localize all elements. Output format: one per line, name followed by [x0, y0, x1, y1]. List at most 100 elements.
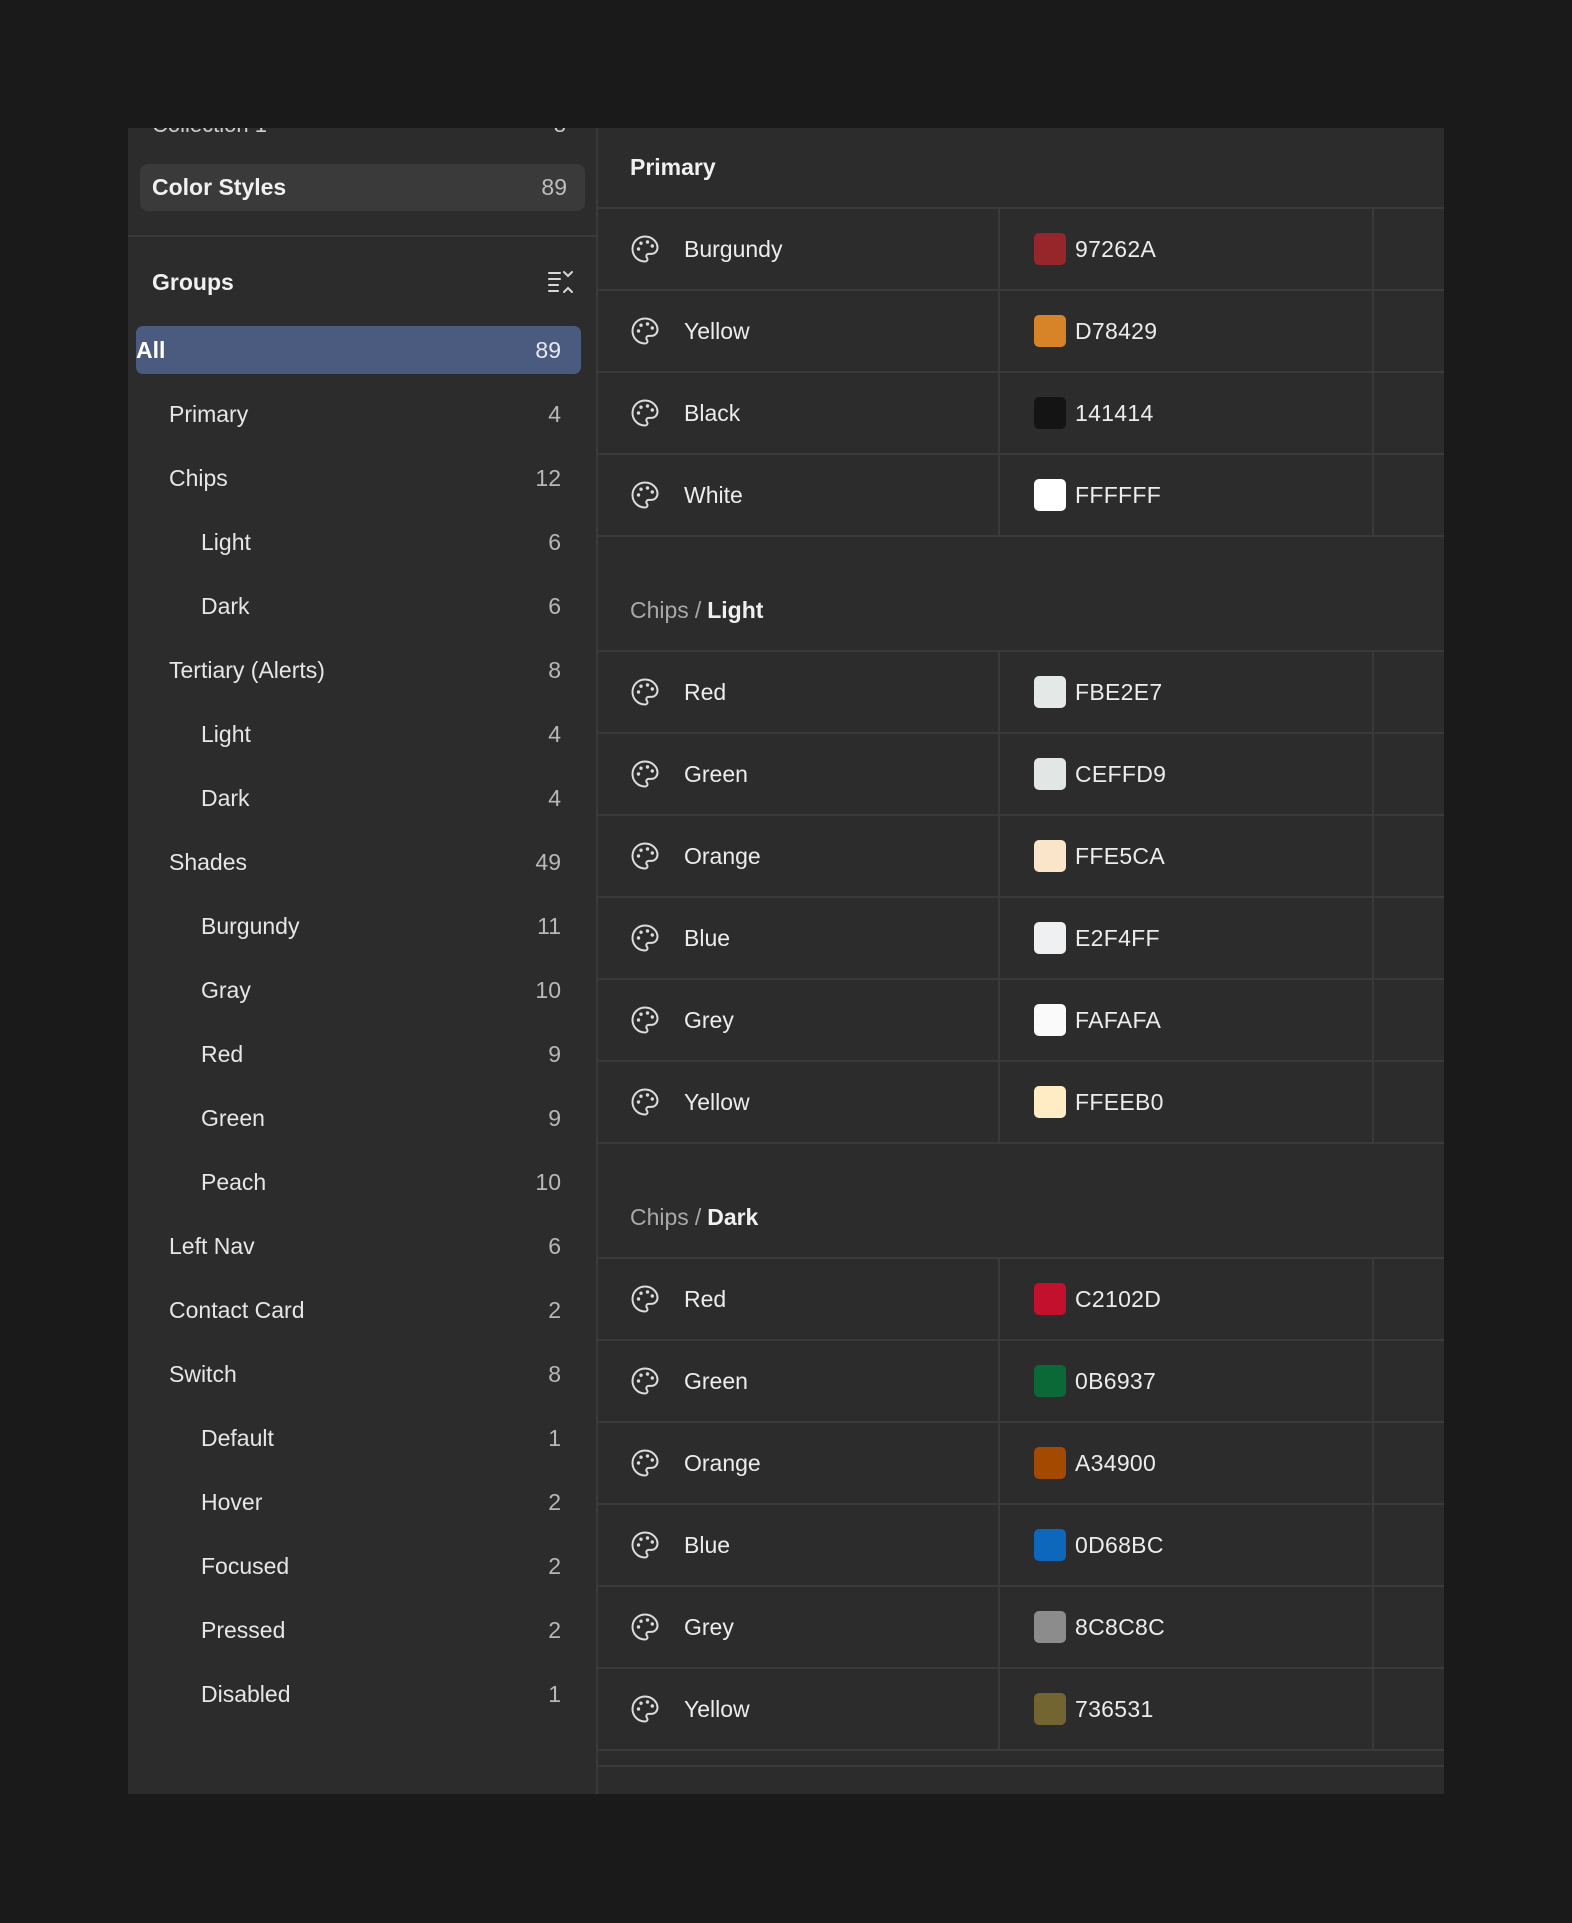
color-swatch[interactable] — [1034, 315, 1066, 347]
color-style-row[interactable]: White FFFFFF — [598, 455, 1444, 537]
color-swatch[interactable] — [1034, 758, 1066, 790]
group-label: Peach — [201, 1168, 267, 1195]
group-count: 6 — [548, 1232, 561, 1259]
group-item-hover[interactable]: Hover 2 — [136, 1470, 581, 1534]
color-style-row[interactable]: Burgundy 97262A — [598, 209, 1444, 291]
color-swatch[interactable] — [1034, 233, 1066, 265]
group-label: Left Nav — [169, 1232, 255, 1259]
palette-icon — [631, 235, 659, 263]
group-item-tertiary-alerts[interactable]: Tertiary (Alerts) 8 — [136, 638, 581, 702]
color-swatch[interactable] — [1034, 676, 1066, 708]
group-item-switch[interactable]: Switch 8 — [136, 1342, 581, 1406]
group-count: 10 — [535, 976, 561, 1003]
value-cell: A34900 — [1000, 1423, 1374, 1503]
value-cell: 8C8C8C — [1000, 1587, 1374, 1667]
color-swatch[interactable] — [1034, 1447, 1066, 1479]
group-item-chips[interactable]: Chips 12 — [136, 446, 581, 510]
group-item-shades[interactable]: Shades 49 — [136, 830, 581, 894]
color-style-row[interactable]: Green 0B6937 — [598, 1341, 1444, 1423]
group-item-primary[interactable]: Primary 4 — [136, 382, 581, 446]
palette-icon — [631, 1006, 659, 1034]
color-style-name: Grey — [684, 1006, 734, 1033]
group-item-all[interactable]: All 89 — [136, 326, 581, 374]
color-swatch[interactable] — [1034, 1365, 1066, 1397]
group-label: Burgundy — [201, 912, 300, 939]
hex-value: FFE5CA — [1075, 842, 1165, 869]
group-item-disabled[interactable]: Disabled 1 — [136, 1662, 581, 1726]
palette-icon — [631, 1613, 659, 1641]
color-swatch[interactable] — [1034, 397, 1066, 429]
color-style-row[interactable]: Black 141414 — [598, 373, 1444, 455]
color-style-row[interactable]: Red C2102D — [598, 1259, 1444, 1341]
color-swatch[interactable] — [1034, 1693, 1066, 1725]
group-item-contact-card[interactable]: Contact Card 2 — [136, 1278, 581, 1342]
group-count: 9 — [548, 1104, 561, 1131]
color-style-row[interactable]: Orange A34900 — [598, 1423, 1444, 1505]
color-style-row[interactable]: Grey FAFAFA — [598, 980, 1444, 1062]
path-separator: / — [694, 597, 702, 623]
group-item-burgundy[interactable]: Burgundy 11 — [136, 894, 581, 958]
color-style-name: Red — [684, 1285, 727, 1312]
group-item-left-nav[interactable]: Left Nav 6 — [136, 1214, 581, 1278]
color-style-row[interactable]: Blue E2F4FF — [598, 898, 1444, 980]
hex-value: 0D68BC — [1075, 1531, 1164, 1558]
hex-value: D78429 — [1075, 317, 1158, 344]
color-style-row[interactable]: Yellow D78429 — [598, 291, 1444, 373]
group-item-light[interactable]: Light 6 — [136, 510, 581, 574]
color-swatch[interactable] — [1034, 922, 1066, 954]
color-style-row[interactable]: Yellow 736531 — [598, 1669, 1444, 1751]
color-styles-table: Primary Burgundy 97262A Yellow D78429 Black 14… — [598, 128, 1444, 1794]
collection-label: Collection 1 — [152, 128, 267, 142]
collection-item-peek[interactable]: Collection 1 8 — [152, 128, 566, 142]
name-cell: Burgundy — [598, 209, 1000, 289]
hex-value: 0B6937 — [1075, 1367, 1157, 1394]
group-label: Primary — [169, 400, 249, 427]
color-style-row[interactable]: Yellow FFEEB0 — [598, 1062, 1444, 1144]
color-swatch[interactable] — [1034, 479, 1066, 511]
name-cell: Blue — [598, 898, 1000, 978]
group-item-dark[interactable]: Dark 6 — [136, 574, 581, 638]
color-styles-item[interactable]: Color Styles 89 — [140, 164, 585, 211]
name-cell: Yellow — [598, 1669, 1000, 1749]
next-section-peek — [598, 1765, 1444, 1785]
color-swatch[interactable] — [1034, 1004, 1066, 1036]
name-cell: Yellow — [598, 1062, 1000, 1142]
group-item-dark[interactable]: Dark 4 — [136, 766, 581, 830]
group-count: 2 — [548, 1296, 561, 1323]
value-cell: 736531 — [1000, 1669, 1374, 1749]
color-style-name: Blue — [684, 1531, 731, 1558]
value-cell: E2F4FF — [1000, 898, 1374, 978]
collapse-all-icon[interactable] — [546, 269, 576, 295]
group-item-gray[interactable]: Gray 10 — [136, 958, 581, 1022]
group-item-pressed[interactable]: Pressed 2 — [136, 1598, 581, 1662]
palette-icon — [631, 481, 659, 509]
group-item-peach[interactable]: Peach 10 — [136, 1150, 581, 1214]
color-style-row[interactable]: Orange FFE5CA — [598, 816, 1444, 898]
group-item-red[interactable]: Red 9 — [136, 1022, 581, 1086]
value-cell: CEFFD9 — [1000, 734, 1374, 814]
hex-value: FBE2E7 — [1075, 678, 1163, 705]
color-swatch[interactable] — [1034, 840, 1066, 872]
color-swatch[interactable] — [1034, 1529, 1066, 1561]
color-style-row[interactable]: Grey 8C8C8C — [598, 1587, 1444, 1669]
group-item-default[interactable]: Default 1 — [136, 1406, 581, 1470]
group-item-green[interactable]: Green 9 — [136, 1086, 581, 1150]
section-header: Chips / Dark — [598, 1144, 1444, 1259]
color-style-row[interactable]: Blue 0D68BC — [598, 1505, 1444, 1587]
color-swatch[interactable] — [1034, 1086, 1066, 1118]
group-count: 6 — [548, 528, 561, 555]
group-item-focused[interactable]: Focused 2 — [136, 1534, 581, 1598]
group-label: Tertiary (Alerts) — [169, 656, 325, 683]
name-cell: Grey — [598, 1587, 1000, 1667]
color-swatch[interactable] — [1034, 1283, 1066, 1315]
section-path: Chips — [630, 1204, 689, 1230]
name-cell: Green — [598, 734, 1000, 814]
color-style-row[interactable]: Green CEFFD9 — [598, 734, 1444, 816]
group-item-light[interactable]: Light 4 — [136, 702, 581, 766]
color-style-row[interactable]: Red FBE2E7 — [598, 652, 1444, 734]
name-cell: Blue — [598, 1505, 1000, 1585]
value-cell: FFE5CA — [1000, 816, 1374, 896]
palette-icon — [631, 924, 659, 952]
palette-icon — [631, 317, 659, 345]
color-swatch[interactable] — [1034, 1611, 1066, 1643]
